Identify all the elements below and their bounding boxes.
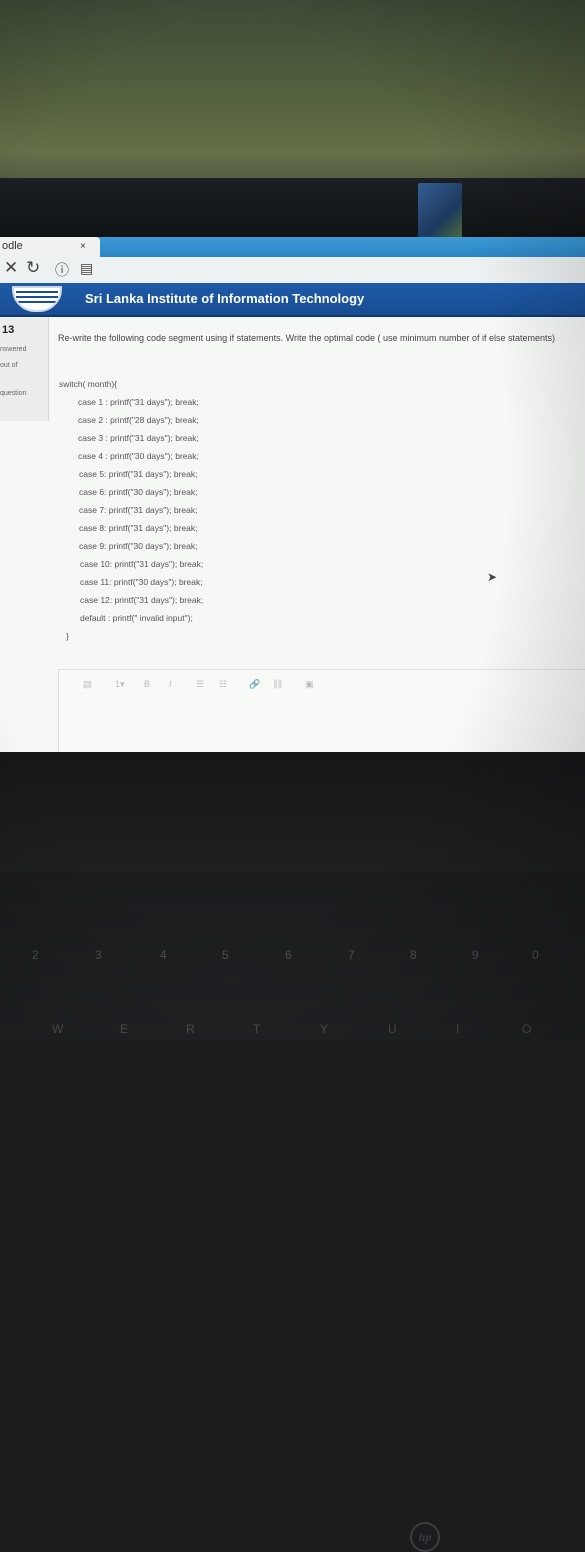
- key-label: 2: [32, 948, 39, 962]
- key-label: T: [253, 1022, 261, 1036]
- heading-dropdown[interactable]: 1▾: [115, 679, 125, 690]
- laptop-screen: odle × ✕ ↻ ⓘ ▤ Sri Lanka Institute of In…: [0, 237, 585, 754]
- key-label: 6: [285, 948, 292, 962]
- code-line: case 11: printf("30 days"); break;: [80, 577, 203, 587]
- monitor-top-bezel: [0, 178, 585, 240]
- institute-logo[interactable]: [12, 286, 62, 312]
- browser-tab-bar: odle ×: [0, 237, 585, 257]
- key-label: 4: [160, 948, 167, 962]
- browser-address-bar: ✕ ↻ ⓘ ▤: [0, 257, 585, 284]
- code-line: case 1 : printf("31 days"); break;: [78, 397, 199, 407]
- bezel-sticker: [418, 183, 462, 241]
- code-line: case 10: printf("31 days"); break;: [80, 559, 204, 569]
- site-header: Sri Lanka Institute of Information Techn…: [0, 283, 585, 317]
- question-text: Re-write the following code segment usin…: [58, 333, 556, 343]
- code-line: case 4 : printf("30 days"); break;: [78, 451, 199, 461]
- numbered-list-icon[interactable]: ☷: [219, 679, 227, 690]
- question-mark: out of: [0, 362, 18, 369]
- key-label: 9: [472, 948, 479, 962]
- question-number: 13: [2, 324, 15, 336]
- bullet-list-icon[interactable]: ☰: [196, 679, 204, 690]
- tab-title: odle: [2, 240, 23, 252]
- code-line: case 9: printf("30 days"); break;: [79, 541, 198, 551]
- key-label: 7: [348, 948, 355, 962]
- code-line: case 6: printf("30 days"); break;: [79, 487, 198, 497]
- key-label: O: [522, 1022, 532, 1036]
- brand-logo: hp: [410, 1522, 440, 1552]
- stop-icon[interactable]: ✕: [4, 258, 18, 278]
- background-wall: [0, 0, 585, 190]
- code-line: case 5: printf("31 days"); break;: [79, 469, 198, 479]
- italic-button[interactable]: I: [169, 679, 172, 689]
- page-icon[interactable]: ▤: [80, 260, 93, 277]
- code-line: case 12: printf("31 days"); break;: [80, 595, 204, 605]
- code-line: case 3 : printf("31 days"); break;: [78, 433, 199, 443]
- key-label: I: [456, 1022, 460, 1036]
- code-line: case 8: printf("31 days"); break;: [79, 523, 198, 533]
- mouse-pointer-icon: ➤: [487, 570, 498, 584]
- unlink-icon[interactable]: ⛓: [272, 679, 283, 690]
- key-label: R: [186, 1022, 195, 1036]
- key-label: Y: [320, 1022, 329, 1036]
- flag-question-link[interactable]: question: [0, 390, 26, 397]
- code-line: default : printf(" invalid input");: [80, 613, 193, 623]
- key-label: 5: [222, 948, 229, 962]
- link-icon[interactable]: 🔗: [249, 679, 260, 690]
- question-content: Re-write the following code segment usin…: [58, 333, 585, 641]
- reload-icon[interactable]: ↻: [26, 258, 40, 278]
- bold-button[interactable]: B: [144, 679, 150, 689]
- key-label: W: [52, 1022, 64, 1036]
- question-info-panel: 13 nswered out of question: [0, 317, 49, 421]
- key-label: 3: [95, 948, 102, 962]
- key-label: 0: [532, 948, 539, 962]
- site-title: Sri Lanka Institute of Information Techn…: [85, 291, 365, 306]
- site-info-icon[interactable]: ⓘ: [55, 260, 69, 280]
- key-label: U: [388, 1022, 397, 1036]
- browser-tab[interactable]: odle ×: [0, 237, 100, 257]
- answer-editor[interactable]: ▤ 1▾ B I ☰ ☷ 🔗 ⛓ ▣: [58, 669, 585, 754]
- image-icon[interactable]: ▣: [305, 679, 314, 690]
- monitor-bottom-bezel: hp: [0, 752, 585, 1552]
- key-label: E: [120, 1022, 129, 1036]
- code-line: }: [66, 631, 69, 641]
- tab-close-icon[interactable]: ×: [80, 241, 86, 252]
- keyboard: 2 3 4 5 6 7 8 9 0 W E R T Y U I O: [0, 872, 585, 1040]
- format-icon[interactable]: ▤: [83, 679, 92, 690]
- code-line: case 2 : printf("28 days"); break;: [78, 415, 199, 425]
- key-label: 8: [410, 948, 417, 962]
- question-status: nswered: [0, 346, 27, 353]
- code-line: case 7: printf("31 days"); break;: [79, 505, 198, 515]
- code-line: switch( month){: [59, 379, 118, 389]
